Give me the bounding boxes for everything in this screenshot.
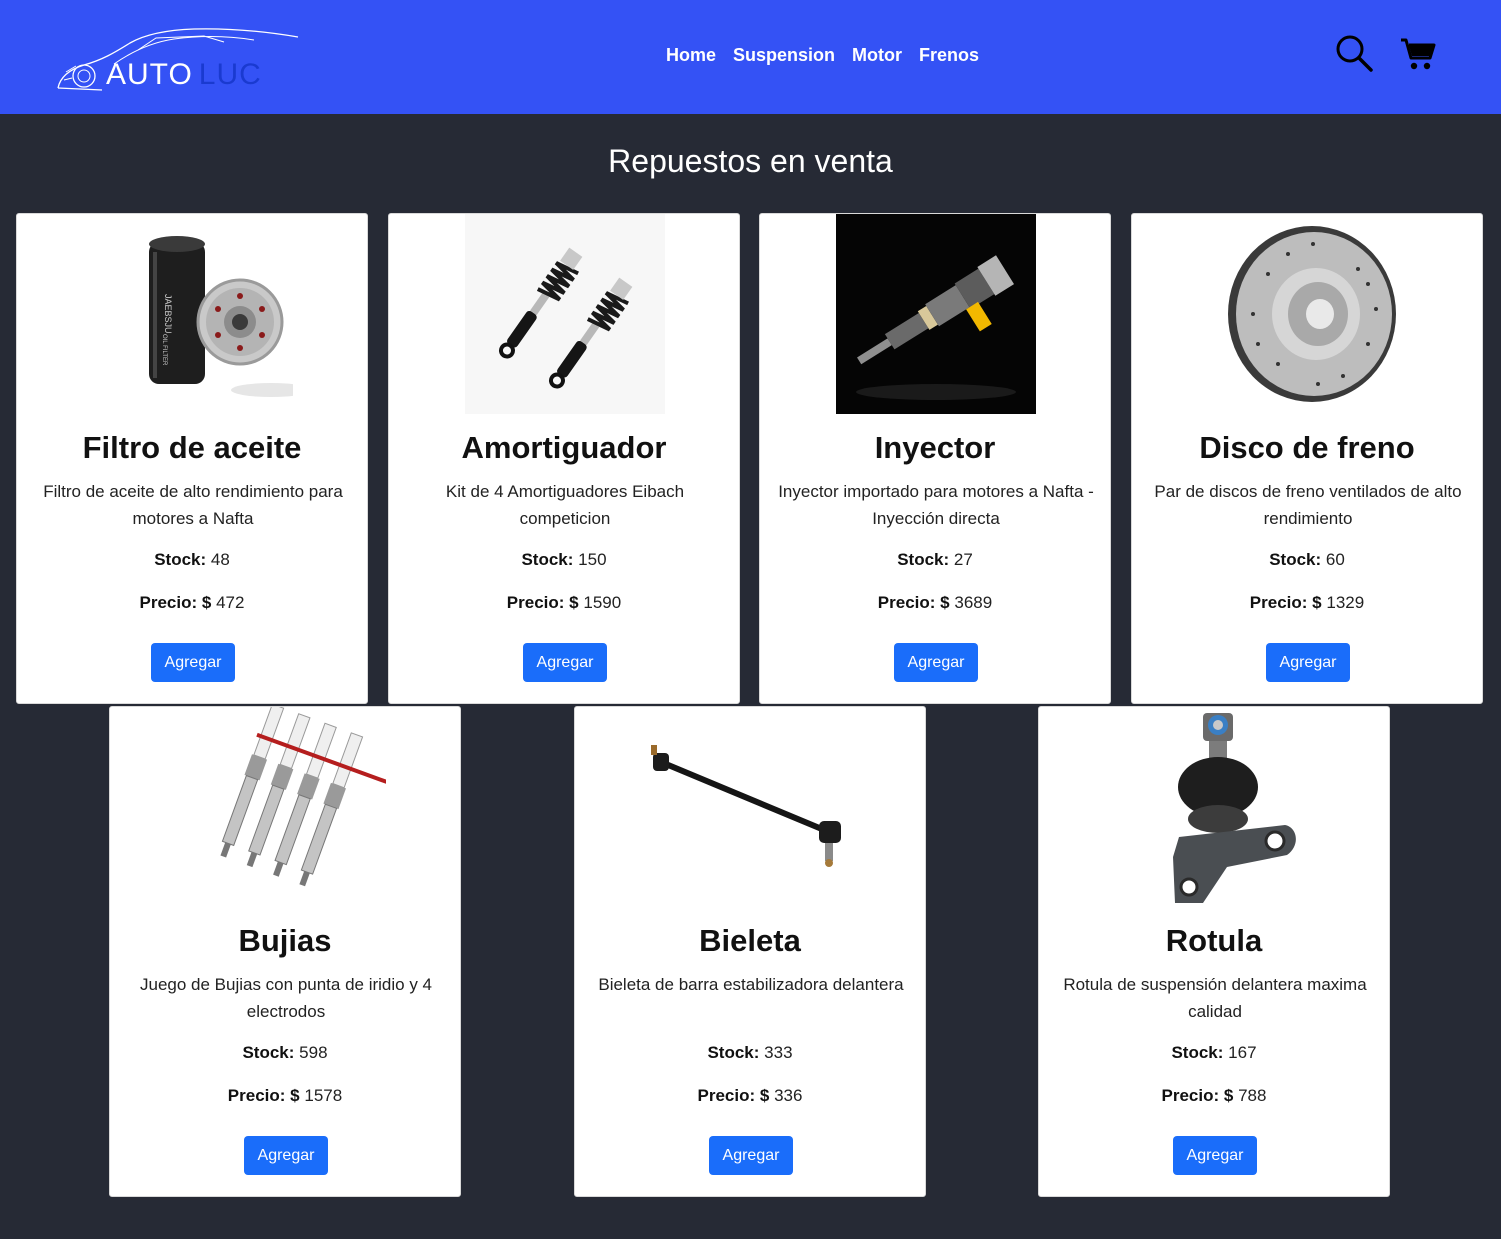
search-icon[interactable] [1335, 34, 1373, 72]
product-stock: Stock: 150 [389, 550, 739, 570]
product-description: Bieleta de barra estabilizadora delanter… [598, 975, 904, 994]
currency-symbol: $ [940, 593, 950, 612]
product-stock: Stock: 27 [760, 550, 1110, 570]
stock-label: Stock: [707, 1043, 760, 1062]
price-value: 336 [774, 1086, 803, 1105]
currency-symbol: $ [569, 593, 579, 612]
product-name: Rotula [1165, 923, 1263, 958]
currency-symbol: $ [759, 1086, 770, 1105]
stock-value: 27 [953, 550, 973, 569]
stock-label: Stock: [521, 550, 574, 569]
product-card: Inyector Inyector importado para motores… [759, 213, 1111, 704]
product-price: Precio: $ 472 [17, 593, 367, 613]
product-card: Bieleta Bieleta de barra estabilizadora … [574, 706, 926, 1197]
product-stock: Stock: 48 [17, 550, 367, 570]
stock-value: 598 [299, 1043, 328, 1062]
autoluc-logo[interactable]: AUTO LUC [54, 20, 304, 96]
product-description: Filtro de aceite de alto rendimiento par… [43, 482, 343, 528]
logo-word-auto: AUTO [106, 58, 193, 91]
nav-link-home[interactable]: Home [666, 45, 716, 66]
product-name: Bujias [238, 923, 332, 958]
stock-value: 48 [210, 550, 230, 569]
currency-symbol: $ [1312, 593, 1322, 612]
injector-image [836, 214, 1036, 414]
nav-link-frenos[interactable]: Frenos [919, 45, 979, 66]
product-description: Rotula de suspensión delantera maxima ca… [1063, 975, 1367, 1021]
product-description: Kit de 4 Amortiguadores Eibach competici… [445, 482, 685, 528]
product-card: Bujias Juego de Bujias con punta de irid… [109, 706, 461, 1197]
price-value: 788 [1238, 1086, 1267, 1105]
product-stock: Stock: 167 [1039, 1043, 1389, 1063]
product-price: Precio: $ 1329 [1132, 593, 1482, 613]
nav-link-suspension[interactable]: Suspension [733, 45, 835, 66]
price-value: 3689 [954, 593, 993, 612]
nav-links: Home Suspension Motor Frenos [666, 45, 979, 66]
add-to-cart-button[interactable]: Agregar [1266, 643, 1350, 682]
svg-text:JAEBSJU: JAEBSJU [163, 294, 173, 334]
shock-absorber-image [465, 214, 665, 414]
stock-label: Stock: [1171, 1043, 1224, 1062]
currency-symbol: $ [201, 593, 212, 612]
currency-symbol: $ [1223, 1086, 1234, 1105]
add-to-cart-button[interactable]: Agregar [523, 643, 607, 682]
product-price: Precio: $ 3689 [760, 593, 1110, 613]
cart-icon[interactable] [1399, 36, 1437, 72]
stock-value: 167 [1228, 1043, 1257, 1062]
add-to-cart-button[interactable]: Agregar [1173, 1136, 1257, 1175]
product-price: Precio: $ 336 [575, 1086, 925, 1106]
price-label: Precio: [877, 593, 936, 612]
currency-symbol: $ [290, 1086, 300, 1105]
product-stock: Stock: 598 [110, 1043, 460, 1063]
product-name: Bieleta [699, 923, 801, 958]
logo-text: AUTO LUC [106, 58, 262, 92]
svg-text:OIL FILTER: OIL FILTER [161, 334, 167, 366]
product-name: Filtro de aceite [82, 430, 302, 465]
product-name: Inyector [874, 430, 996, 465]
price-value: 1590 [583, 593, 622, 612]
product-card: Amortiguador Kit de 4 Amortiguadores Eib… [388, 213, 740, 704]
stabilizer-link-image [651, 707, 851, 907]
ball-joint-image [1115, 707, 1315, 907]
navbar: AUTO LUC Home Suspension Motor Frenos [0, 0, 1501, 114]
product-description: Juego de Bujias con punta de iridio y 4 … [139, 975, 433, 1021]
price-value: 472 [216, 593, 245, 612]
price-label: Precio: [227, 1086, 286, 1105]
add-to-cart-button[interactable]: Agregar [894, 643, 978, 682]
add-to-cart-button[interactable]: Agregar [709, 1136, 793, 1175]
oil-filter-image: JAEBSJU OIL FILTER [93, 214, 293, 414]
product-description: Inyector importado para motores a Nafta … [778, 482, 1094, 528]
stock-label: Stock: [1269, 550, 1322, 569]
nav-link-motor[interactable]: Motor [852, 45, 902, 66]
brake-disc-image [1208, 214, 1408, 414]
stock-label: Stock: [897, 550, 950, 569]
product-description: Par de discos de freno ventilados de alt… [1154, 482, 1462, 528]
product-card: Rotula Rotula de suspensión delantera ma… [1038, 706, 1390, 1197]
price-label: Precio: [1249, 593, 1308, 612]
price-label: Precio: [697, 1086, 756, 1105]
price-value: 1578 [304, 1086, 343, 1105]
add-to-cart-button[interactable]: Agregar [151, 643, 235, 682]
stock-value: 333 [764, 1043, 793, 1062]
logo-word-luc: LUC [198, 58, 262, 91]
page-heading: Repuestos en venta [608, 143, 893, 179]
price-label: Precio: [1161, 1086, 1220, 1105]
product-name: Disco de freno [1199, 430, 1415, 465]
price-value: 1329 [1326, 593, 1365, 612]
product-stock: Stock: 60 [1132, 550, 1482, 570]
stock-value: 60 [1325, 550, 1345, 569]
price-label: Precio: [139, 593, 198, 612]
product-stock: Stock: 333 [575, 1043, 925, 1063]
product-price: Precio: $ 1578 [110, 1086, 460, 1106]
spark-plugs-image [186, 707, 386, 907]
stock-value: 150 [578, 550, 607, 569]
price-label: Precio: [506, 593, 565, 612]
product-name: Amortiguador [461, 430, 667, 465]
product-price: Precio: $ 1590 [389, 593, 739, 613]
product-card: JAEBSJU OIL FILTER Filtro de aceite Filt… [16, 213, 368, 704]
stock-label: Stock: [154, 550, 207, 569]
product-card: Disco de freno Par de discos de freno ve… [1131, 213, 1483, 704]
add-to-cart-button[interactable]: Agregar [244, 1136, 328, 1175]
stock-label: Stock: [242, 1043, 295, 1062]
product-price: Precio: $ 788 [1039, 1086, 1389, 1106]
